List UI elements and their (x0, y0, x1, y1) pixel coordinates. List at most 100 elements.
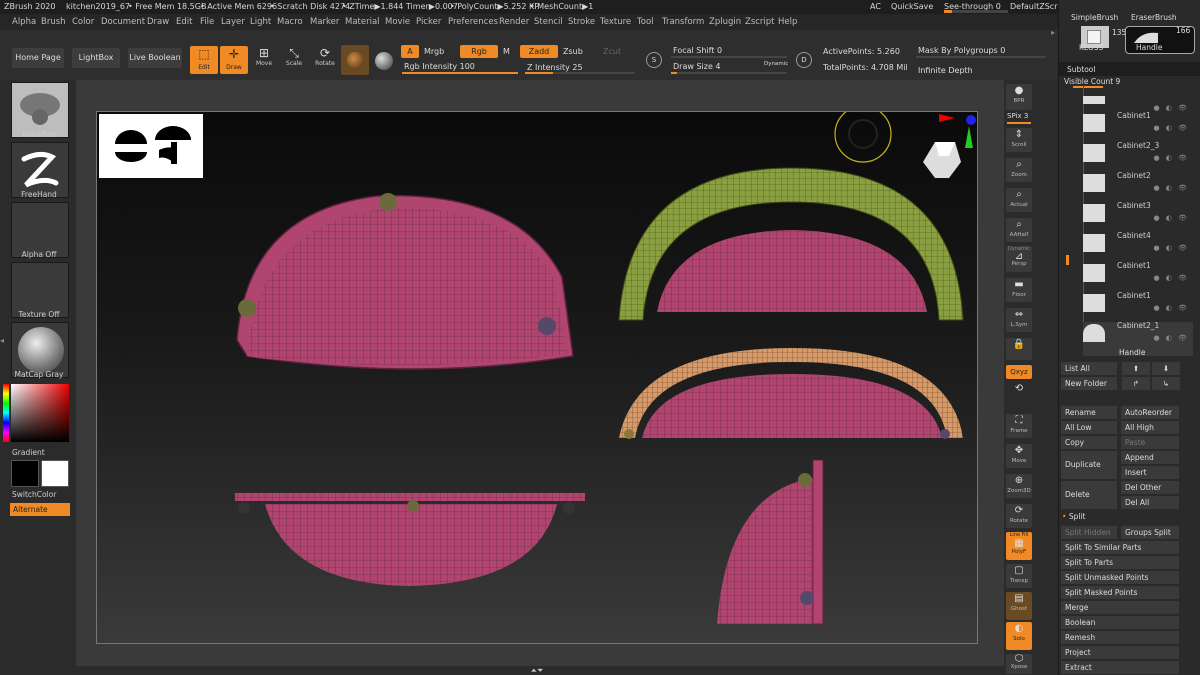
document-canvas[interactable] (96, 105, 978, 644)
solo-button[interactable]: ◐ Solo (1006, 622, 1032, 650)
see-through-slider[interactable] (944, 10, 1008, 13)
scale-button[interactable]: ⤡ Scale (282, 46, 306, 67)
menu-file[interactable]: File (200, 14, 214, 30)
scroll-button[interactable]: ⇕ Scroll (1006, 128, 1032, 152)
dynamic-toggle[interactable]: Dynamic (764, 61, 788, 67)
subtool-item[interactable]: Cabinet4 ● ◐ 👁 (1083, 231, 1193, 262)
m-button[interactable]: M (503, 47, 510, 56)
quicksave-button[interactable]: QuickSave (891, 0, 933, 14)
aahalf-button[interactable]: ⌕ AAHalf (1006, 218, 1032, 242)
duplicate-button[interactable]: Duplicate (1061, 451, 1117, 479)
eraserbrush-label[interactable]: EraserBrush (1131, 13, 1177, 22)
move-button[interactable]: ⊞ Move (252, 46, 276, 67)
new-folder-button[interactable]: New Folder (1061, 377, 1117, 390)
split-masked-button[interactable]: Split Masked Points (1061, 586, 1179, 599)
material-button[interactable] (341, 45, 369, 75)
boolean-section[interactable]: Boolean (1061, 616, 1179, 629)
a-button[interactable]: A (401, 45, 419, 58)
delete-button[interactable]: Delete (1061, 481, 1117, 509)
s-toggle-icon[interactable]: S (646, 52, 662, 68)
visible-count[interactable]: Visible Count 9 (1064, 77, 1120, 86)
mrgb-button[interactable]: Mrgb (424, 47, 444, 56)
color-sphere-icon[interactable] (375, 52, 393, 70)
menu-tool[interactable]: Tool (637, 14, 654, 30)
draw-size-label[interactable]: Draw Size 4 (673, 62, 721, 71)
alternate-button[interactable]: Alternate (10, 503, 70, 516)
qxyz-button[interactable]: Qxyz (1006, 365, 1032, 379)
menu-transform[interactable]: Transform (662, 14, 704, 30)
left-tray-toggle-icon[interactable]: ◂ (0, 336, 6, 352)
draw-button[interactable]: ✛ Draw (220, 46, 248, 74)
menu-color[interactable]: Color (72, 14, 94, 30)
primary-color-swatch[interactable] (11, 460, 39, 487)
zsub-button[interactable]: Zsub (563, 47, 583, 56)
extract-section[interactable]: Extract (1061, 661, 1179, 674)
lightbox-button[interactable]: LightBox (72, 48, 120, 68)
d-toggle-icon[interactable]: D (796, 52, 812, 68)
menu-stroke[interactable]: Stroke (568, 14, 595, 30)
simplebrush-label[interactable]: SimpleBrush (1071, 13, 1118, 22)
axis-orientation-cube[interactable] (923, 114, 976, 178)
zcut-button[interactable]: Zcut (603, 47, 621, 56)
polyf-button[interactable]: Line Fill ▦ PolyF (1006, 532, 1032, 560)
list-all-button[interactable]: List All (1061, 362, 1117, 375)
menu-layer[interactable]: Layer (221, 14, 245, 30)
bpr-button[interactable]: ● BPR (1006, 84, 1032, 110)
visibility-eye-icon[interactable]: ● ◐ 👁 (1153, 214, 1189, 222)
visibility-eye-icon[interactable]: ● ◐ 👁 (1153, 274, 1189, 282)
focal-shift-slider[interactable] (671, 56, 787, 58)
bottom-tray-toggle-icon[interactable]: ⏶⏷ (528, 666, 546, 675)
rgb-intensity-label[interactable]: Rgb Intensity 100 (404, 62, 475, 71)
xpose-button[interactable]: ⬡ Xpose (1006, 654, 1032, 674)
subtool-scroll-thumb[interactable] (1066, 255, 1069, 265)
actual-button[interactable]: ⌕ Actual (1006, 188, 1032, 212)
subtool-item[interactable]: Cabinet3 ● ◐ 👁 (1083, 201, 1193, 232)
paste-button[interactable]: Paste (1121, 436, 1179, 449)
rotate-axis-icon[interactable]: ⟲ (1006, 382, 1032, 396)
subtool-item[interactable]: Cabinet2_3 ● ◐ 👁 (1083, 141, 1193, 172)
mask-by-polygroups-slider[interactable] (916, 56, 1046, 58)
rotate-view-button[interactable]: ⟳ Rotate (1006, 504, 1032, 528)
infinite-depth-button[interactable]: Infinite Depth (918, 66, 973, 75)
menu-marker[interactable]: Marker (310, 14, 339, 30)
menu-document[interactable]: Document (101, 14, 145, 30)
remesh-section[interactable]: Remesh (1061, 631, 1179, 644)
rgb-intensity-slider[interactable] (402, 72, 518, 74)
split-hidden-button[interactable]: Split Hidden (1061, 526, 1117, 539)
ghost-button[interactable]: ▤ Ghost (1006, 592, 1032, 620)
home-page-button[interactable]: Home Page (12, 48, 64, 68)
all-low-button[interactable]: All Low (1061, 421, 1117, 434)
groups-split-button[interactable]: Groups Split (1121, 526, 1179, 539)
project-section[interactable]: Project (1061, 646, 1179, 659)
gradient-label[interactable]: Gradient (12, 448, 45, 457)
frame-button[interactable]: ⛶ Frame (1006, 414, 1032, 438)
menu-movie[interactable]: Movie (385, 14, 410, 30)
secondary-color-swatch[interactable] (41, 460, 69, 487)
spix-slider[interactable]: SPix 3 (1007, 112, 1028, 120)
subtool-item[interactable]: Cabinet1 ● ◐ 👁 (1083, 111, 1193, 142)
subtool-item[interactable]: Cabinet1 ● ◐ 👁 (1083, 291, 1193, 322)
move-view-button[interactable]: ✥ Move (1006, 444, 1032, 468)
menu-help[interactable]: Help (778, 14, 797, 30)
menu-edit[interactable]: Edit (176, 14, 192, 30)
z-intensity-slider[interactable] (525, 72, 635, 74)
edit-button[interactable]: ⬚ Edit (190, 46, 218, 74)
persp-button[interactable]: Dynamic ⊿ Persp (1006, 246, 1032, 272)
ac-button[interactable]: AC (870, 0, 881, 14)
menu-stencil[interactable]: Stencil (534, 14, 563, 30)
append-button[interactable]: Append (1121, 451, 1179, 464)
hue-strip[interactable] (3, 384, 9, 442)
visibility-eye-icon[interactable]: ● ◐ 👁 (1153, 124, 1189, 132)
insert-button[interactable]: Insert (1121, 466, 1179, 479)
autoreorder-button[interactable]: AutoReorder (1121, 406, 1179, 419)
merge-section[interactable]: Merge (1061, 601, 1179, 614)
rgb-button[interactable]: Rgb (460, 45, 498, 58)
switchcolor-button[interactable]: SwitchColor (12, 490, 56, 499)
transp-button[interactable]: ▢ Transp (1006, 564, 1032, 588)
floor-button[interactable]: ▬ Floor (1006, 278, 1032, 302)
menu-texture[interactable]: Texture (600, 14, 631, 30)
split-parts-button[interactable]: Split To Parts (1061, 556, 1179, 569)
right-tray-toggle-icon[interactable]: ▸ (1051, 28, 1057, 44)
visibility-eye-icon[interactable]: ● ◐ 👁 (1153, 244, 1189, 252)
menu-zscript[interactable]: Zscript (745, 14, 775, 30)
